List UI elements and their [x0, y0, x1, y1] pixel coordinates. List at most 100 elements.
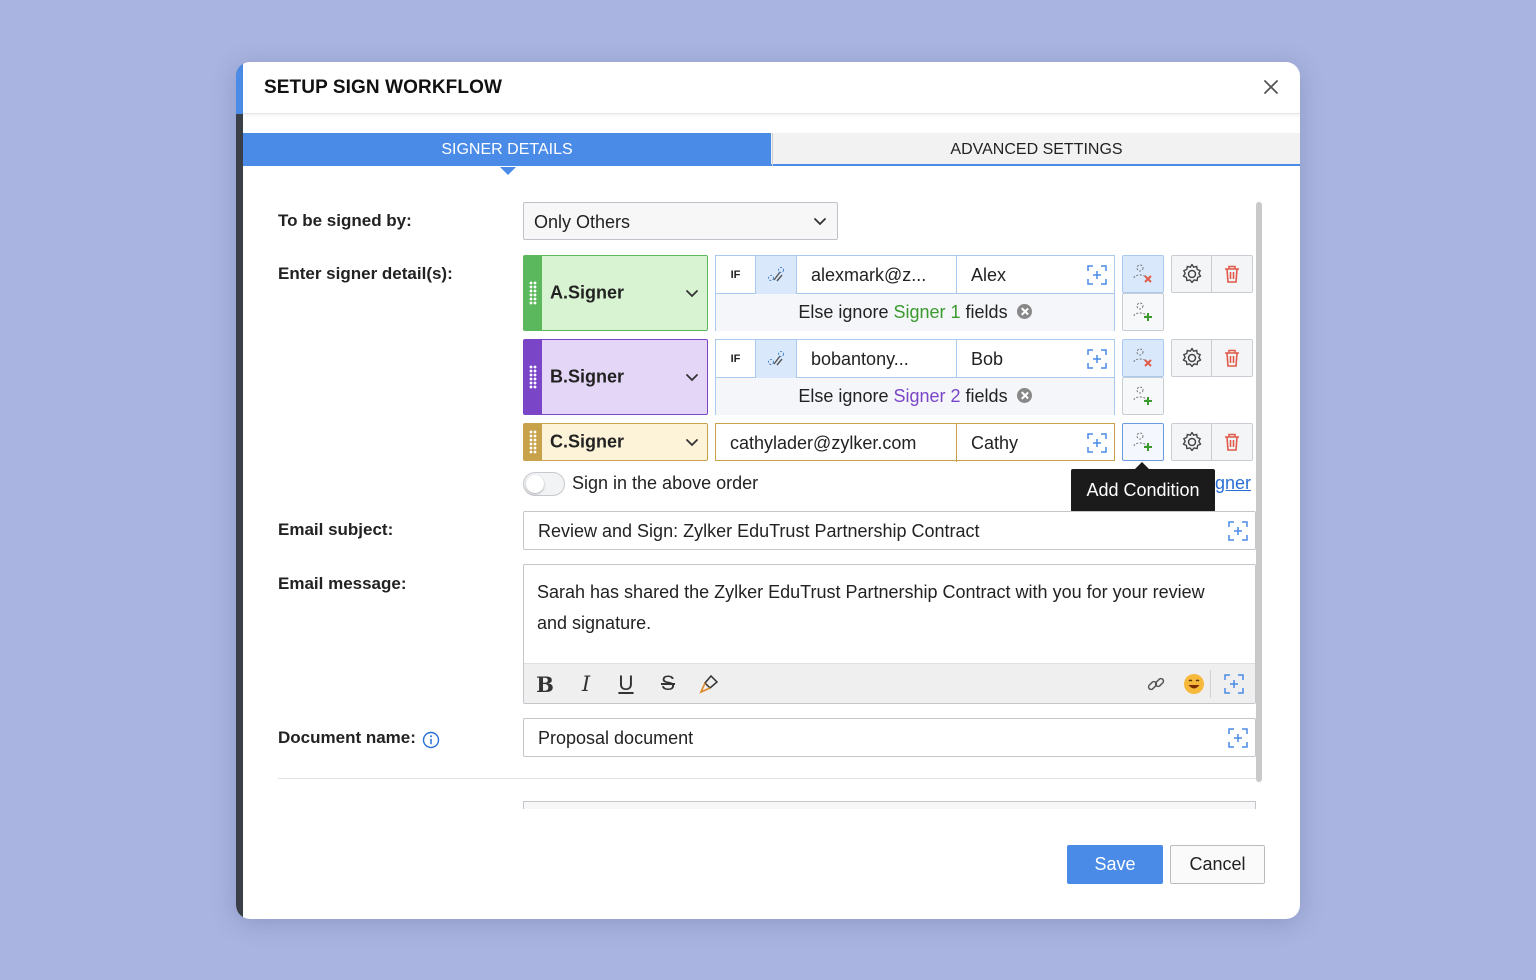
add-condition-button[interactable]: [1122, 377, 1164, 415]
scrollbar-thumb[interactable]: [1256, 202, 1262, 782]
insert-field-icon[interactable]: [1085, 431, 1109, 455]
add-condition-tooltip: Add Condition: [1071, 462, 1215, 512]
document-name-value: Proposal document: [538, 728, 694, 748]
add-condition-icon: [1133, 386, 1152, 405]
signer-role-select-b[interactable]: B.Signer: [523, 339, 708, 415]
format-painter-button[interactable]: [696, 671, 722, 697]
partial-field-cutoff: [523, 801, 1256, 809]
delete-signer-button[interactable]: [1211, 255, 1253, 293]
add-condition-button[interactable]: [1122, 293, 1164, 331]
signer-name-field[interactable]: Bob: [957, 340, 1114, 378]
save-button[interactable]: Save: [1067, 845, 1163, 884]
if-badge: IF: [716, 256, 756, 294]
insert-field-icon: [1224, 674, 1244, 694]
link-icon: [1147, 677, 1165, 691]
add-condition-icon: [1133, 302, 1152, 321]
if-badge: IF: [716, 340, 756, 378]
else-prefix: Else ignore: [798, 386, 889, 406]
signer-email-field[interactable]: bobantony...: [797, 340, 957, 378]
insert-field-button[interactable]: [1221, 671, 1247, 697]
email-subject-input[interactable]: Review and Sign: Zylker EduTrust Partner…: [523, 511, 1256, 550]
chevron-down-icon: [814, 218, 826, 226]
signer-email-field[interactable]: cathylader@zylker.com: [716, 424, 957, 462]
dialog-title: SETUP SIGN WORKFLOW: [264, 77, 502, 98]
email-subject-label: Email subject:: [278, 520, 394, 539]
insert-field-icon[interactable]: [1085, 263, 1109, 287]
drag-handle-icon[interactable]: [524, 256, 542, 330]
condition-link-button[interactable]: [756, 340, 797, 378]
scrollbar[interactable]: [1256, 202, 1262, 782]
chevron-down-icon: [686, 374, 698, 382]
signer-role-name: C.Signer: [550, 431, 625, 452]
signer-name-value: Bob: [971, 349, 1004, 369]
close-icon: [1264, 80, 1278, 94]
italic-button[interactable]: I: [573, 671, 599, 697]
signer-settings-button[interactable]: [1171, 339, 1213, 377]
delete-signer-button[interactable]: [1211, 339, 1253, 377]
section-divider: [278, 778, 1256, 779]
dialog-header: SETUP SIGN WORKFLOW: [243, 62, 1300, 114]
signer-settings-button[interactable]: [1171, 255, 1213, 293]
else-signer-name: Signer 2: [893, 386, 961, 406]
email-subject-value: Review and Sign: Zylker EduTrust Partner…: [538, 521, 980, 541]
add-condition-icon: [1133, 432, 1152, 451]
tab-advanced-settings[interactable]: ADVANCED SETTINGS: [772, 133, 1300, 166]
signer-name-field[interactable]: Cathy: [957, 424, 1114, 462]
signer-name-field[interactable]: Alex: [957, 256, 1114, 294]
bold-button[interactable]: B: [532, 671, 558, 697]
document-name-label: Document name:: [278, 728, 416, 747]
signer-name-value: Cathy: [971, 433, 1019, 453]
else-ignore-text: Else ignore Signer 2 fields: [716, 378, 1114, 415]
gear-icon: [1182, 263, 1202, 284]
signed-by-select[interactable]: Only Others: [523, 202, 838, 240]
signer-role-select-a[interactable]: A.Signer: [523, 255, 708, 331]
sign-workflow-dialog: SETUP SIGN WORKFLOW SIGNER DETAILS ADVAN…: [236, 62, 1300, 919]
signer-settings-button[interactable]: [1171, 423, 1213, 461]
signer-details-label: Enter signer detail(s):: [278, 264, 453, 283]
tab-signer-details[interactable]: SIGNER DETAILS: [243, 133, 771, 175]
signer-email-field[interactable]: alexmark@z...: [797, 256, 957, 294]
add-condition-button[interactable]: [1122, 423, 1164, 461]
remove-condition-button[interactable]: [1122, 255, 1164, 293]
sign-order-toggle[interactable]: [523, 472, 565, 496]
remove-condition-button[interactable]: [1122, 339, 1164, 377]
link-condition-icon: [768, 351, 784, 366]
drag-handle-icon[interactable]: [524, 424, 542, 460]
signer-name-value: Alex: [971, 265, 1007, 285]
remove-condition-icon: [1133, 348, 1152, 367]
signed-by-label: To be signed by:: [278, 211, 412, 230]
insert-field-icon[interactable]: [1226, 519, 1250, 543]
gear-icon: [1182, 347, 1202, 368]
insert-field-icon[interactable]: [1226, 726, 1250, 750]
signer-role-name: A.Signer: [550, 282, 625, 303]
clear-condition-icon[interactable]: [1016, 304, 1032, 319]
add-signer-link[interactable]: igner: [1211, 473, 1251, 494]
insert-link-button[interactable]: [1143, 671, 1169, 697]
email-message-editor[interactable]: Sarah has shared the Zylker EduTrust Par…: [523, 564, 1256, 704]
remove-condition-icon: [1133, 264, 1152, 283]
insert-field-icon[interactable]: [1085, 347, 1109, 371]
signed-by-value: Only Others: [534, 212, 631, 232]
tab-bar: SIGNER DETAILS ADVANCED SETTINGS: [243, 133, 1300, 175]
strikethrough-button[interactable]: S: [655, 671, 681, 697]
else-prefix: Else ignore: [798, 302, 889, 322]
close-button[interactable]: [1258, 74, 1284, 100]
cancel-button[interactable]: Cancel: [1170, 845, 1265, 884]
editor-toolbar: B I U S: [524, 663, 1255, 703]
underline-button[interactable]: U: [613, 671, 639, 697]
email-message-text[interactable]: Sarah has shared the Zylker EduTrust Par…: [537, 577, 1239, 639]
clear-condition-icon[interactable]: [1016, 388, 1032, 403]
trash-icon: [1225, 349, 1239, 367]
condition-link-button[interactable]: [756, 256, 797, 294]
signer-condition-box-b: IF bobantony... Bob Else ignore Signer 2…: [715, 339, 1115, 415]
drag-handle-icon[interactable]: [524, 340, 542, 414]
info-icon[interactable]: [422, 731, 440, 749]
document-name-input[interactable]: Proposal document: [523, 718, 1256, 757]
trash-icon: [1225, 433, 1239, 451]
signer-role-select-c[interactable]: C.Signer: [523, 423, 708, 461]
delete-signer-button[interactable]: [1211, 423, 1253, 461]
signer-condition-box-a: IF alexmark@z... Alex Else ignore Signer…: [715, 255, 1115, 331]
else-suffix: fields: [965, 386, 1008, 406]
toolbar-separator: [1210, 670, 1211, 698]
emoji-button[interactable]: [1181, 671, 1207, 697]
